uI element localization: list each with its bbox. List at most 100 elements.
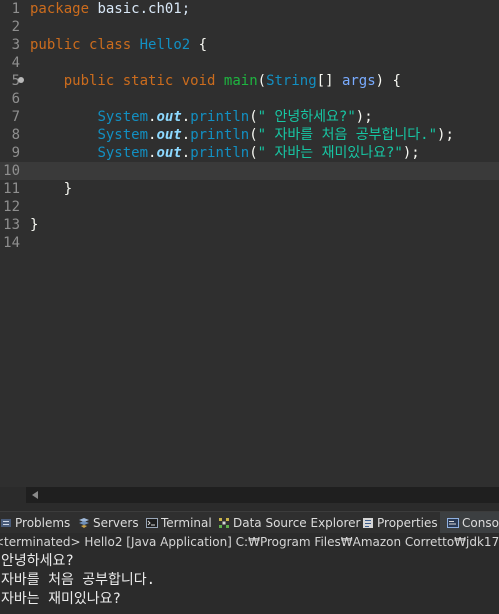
code-token: " 안녕하세요?" — [257, 109, 356, 125]
code-text: package basic.ch01; — [30, 0, 190, 18]
console-output[interactable]: 안녕하세요? 자바를 처음 공부합니다. 자바는 재미있나요? — [0, 551, 499, 614]
code-token: ( — [257, 73, 267, 89]
code-token: println — [190, 127, 250, 143]
code-token: out — [156, 127, 182, 143]
console-output-line: 자바는 재미있나요? — [1, 591, 121, 607]
terminal-icon — [146, 518, 158, 528]
code-token: ); — [437, 127, 454, 143]
code-text: public static void main(String[] args) { — [30, 72, 401, 90]
code-token: . — [181, 127, 191, 143]
tab-label: Terminal — [161, 516, 212, 530]
console-output-line: 자바를 처음 공부합니다. — [1, 572, 156, 588]
code-line[interactable]: 13} — [0, 216, 499, 234]
code-token: println — [190, 145, 250, 161]
problems-icon — [1, 519, 11, 527]
code-line[interactable]: 8 System.out.println(" 자바를 처음 공부합니다."); — [0, 126, 499, 144]
code-line[interactable]: 10 — [0, 162, 499, 180]
tab-label: Problems — [15, 516, 71, 530]
code-token: System — [97, 109, 149, 125]
line-number: 2 — [11, 19, 20, 35]
tab-label: Properties — [377, 516, 438, 530]
line-number: 13 — [3, 217, 20, 233]
code-editor[interactable]: 1 package basic.ch01; 2 3 public class Hello… — [0, 0, 499, 487]
code-text: System.out.println(" 자바를 처음 공부합니다."); — [30, 126, 454, 144]
code-token: ) { — [375, 73, 401, 89]
code-token: class — [89, 37, 132, 53]
tab-servers[interactable]: Servers — [78, 512, 139, 534]
code-text: } — [30, 180, 72, 198]
code-line[interactable]: 4 — [0, 54, 499, 72]
horizontal-scrollbar[interactable] — [26, 487, 499, 503]
console-output-line: 안녕하세요? — [1, 553, 74, 569]
code-token: } — [30, 217, 39, 233]
code-token: { — [190, 37, 208, 53]
code-line[interactable]: 14 — [0, 234, 499, 252]
line-number: 4 — [11, 55, 20, 71]
line-number: 5 — [11, 73, 20, 89]
console-header-text: <terminated> Hello2 [Java Application] C… — [0, 535, 499, 549]
code-line[interactable]: 6 — [0, 90, 499, 108]
tab-properties[interactable]: Properties — [362, 512, 438, 534]
code-token: args — [341, 73, 376, 89]
code-token: public — [63, 73, 115, 89]
code-text: } — [30, 216, 38, 234]
line-number: 3 — [11, 37, 20, 53]
servers-icon — [79, 518, 89, 528]
code-line[interactable]: 3 public class Hello2 { — [0, 36, 499, 54]
code-token: public — [30, 37, 81, 53]
code-line[interactable]: 2 — [0, 18, 499, 36]
tab-terminal[interactable]: Terminal — [146, 512, 212, 534]
code-token: . — [181, 109, 191, 125]
code-line[interactable]: 1 package basic.ch01; — [0, 0, 499, 18]
line-number: 10 — [3, 163, 20, 179]
code-token: . — [181, 145, 191, 161]
line-number: 8 — [11, 127, 20, 143]
line-number: 7 — [11, 109, 20, 125]
tab-console[interactable]: Console — [440, 512, 499, 534]
scroll-left-icon[interactable] — [32, 491, 38, 499]
data-source-explorer-icon — [219, 518, 229, 528]
code-token: main — [223, 73, 258, 89]
fold-toggle-icon[interactable] — [18, 77, 24, 83]
line-number: 11 — [3, 181, 20, 197]
code-token: void — [181, 73, 216, 89]
code-line[interactable]: 12 — [0, 198, 499, 216]
code-token: println — [190, 109, 250, 125]
tab-label: Console — [462, 516, 499, 530]
code-token: " 자바는 재미있나요?" — [257, 145, 403, 161]
line-number: 1 — [11, 1, 20, 17]
line-number: 12 — [3, 199, 20, 215]
code-line[interactable]: 9 System.out.println(" 자바는 재미있나요?"); — [0, 144, 499, 162]
code-token: package — [30, 1, 90, 17]
code-token: ( — [249, 127, 258, 143]
console-process-header: <terminated> Hello2 [Java Application] C… — [0, 533, 499, 551]
code-text: public class Hello2 { — [30, 36, 207, 54]
tab-data-source-explorer[interactable]: Data Source Explorer — [218, 512, 360, 534]
tab-problems[interactable]: Problems — [0, 512, 70, 534]
code-line[interactable]: 7 System.out.println(" 안녕하세요?"); — [0, 108, 499, 126]
code-line[interactable]: 11 } — [0, 180, 499, 198]
line-number: 14 — [3, 235, 20, 251]
console-icon — [447, 518, 459, 528]
line-number: 9 — [11, 145, 20, 161]
code-token: static — [122, 73, 174, 89]
code-token: ); — [402, 145, 420, 161]
code-token: String — [266, 73, 317, 89]
code-token: System — [97, 145, 149, 161]
view-tab-bar: Problems Servers Terminal Data Source Ex… — [0, 511, 499, 534]
code-line[interactable]: 5 public static void main(String[] args)… — [0, 72, 499, 90]
code-token: out — [156, 109, 182, 125]
tab-label: Servers — [93, 516, 139, 530]
code-token: basic.ch01; — [89, 1, 191, 17]
line-number: 6 — [11, 91, 20, 107]
code-text: System.out.println(" 자바는 재미있나요?"); — [30, 144, 420, 162]
